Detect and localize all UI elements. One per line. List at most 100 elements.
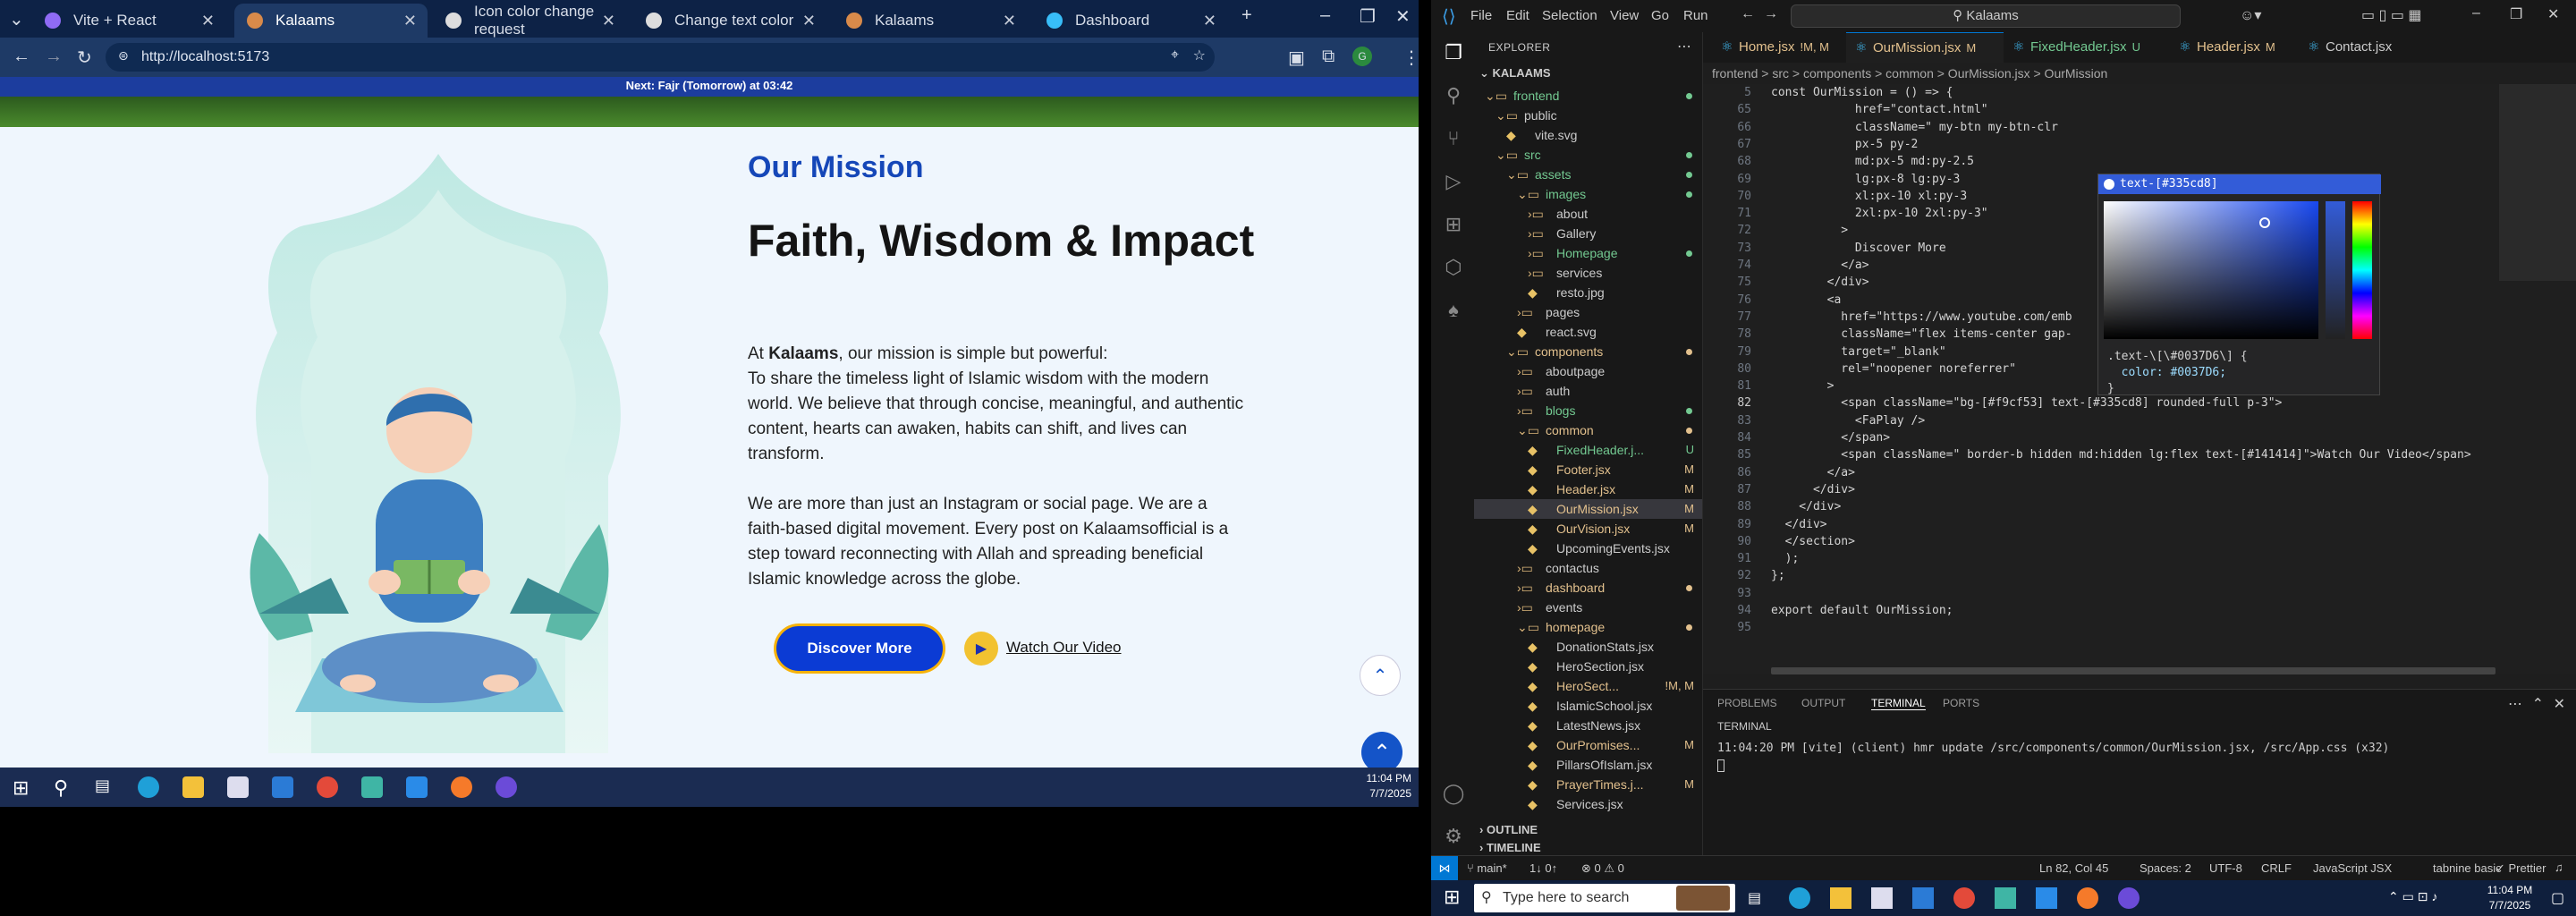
menu-item[interactable]: Run bbox=[1683, 8, 1708, 23]
explorer-item[interactable]: ◆ FixedHeader.j... U bbox=[1474, 440, 1702, 460]
extensions-icon[interactable]: ⊞ bbox=[1442, 213, 1465, 236]
language-status[interactable]: JavaScript JSX bbox=[2313, 861, 2392, 875]
encoding-status[interactable]: UTF-8 bbox=[2209, 861, 2242, 875]
firefox-icon[interactable] bbox=[451, 776, 472, 798]
explorer-item[interactable]: ◆ react.svg bbox=[1474, 322, 1702, 342]
nav-forward-icon[interactable]: → bbox=[1764, 6, 1778, 22]
code-line[interactable]: Discover More bbox=[1771, 242, 1946, 255]
scroll-to-top-button[interactable]: ⌃ bbox=[1361, 732, 1402, 768]
explorer-item[interactable]: ›▭ contactus bbox=[1474, 558, 1702, 578]
edge-icon[interactable] bbox=[138, 776, 159, 798]
cursor-position[interactable]: Ln 82, Col 45 bbox=[2039, 861, 2108, 875]
explorer-item[interactable]: ⌄▭ homepage bbox=[1474, 617, 1702, 637]
explorer-item[interactable]: ◆ PrayerTimes.j... M bbox=[1474, 775, 1702, 794]
explorer-icon[interactable]: ❐ bbox=[1442, 41, 1465, 64]
taskbar-clock[interactable]: 11:04 PM 7/7/2025 bbox=[1347, 771, 1419, 802]
tab-close-icon[interactable]: ✕ bbox=[1203, 12, 1216, 30]
timeline-section[interactable]: › TIMELINE bbox=[1479, 841, 1541, 854]
explorer-item[interactable]: ›▭ about bbox=[1474, 204, 1702, 224]
scroll-top-alt-button[interactable]: ⌃ bbox=[1360, 655, 1401, 696]
more-actions-icon[interactable]: ⋯ bbox=[1677, 38, 1691, 55]
explorer-item[interactable]: ›▭ services bbox=[1474, 263, 1702, 283]
sync-status[interactable]: 1↓ 0↑ bbox=[1530, 861, 1557, 875]
code-line[interactable]: href="contact.html" bbox=[1771, 103, 1988, 116]
close-window-button[interactable]: ✕ bbox=[2547, 5, 2559, 23]
branch-status[interactable]: ⑂ main* bbox=[1467, 861, 1507, 875]
search-icon[interactable]: ⚲ bbox=[1442, 84, 1465, 107]
outline-section[interactable]: › OUTLINE bbox=[1479, 823, 1538, 836]
minimize-button[interactable]: – bbox=[1320, 5, 1330, 26]
code-line[interactable]: </div> bbox=[1771, 500, 1841, 513]
editor-tab[interactable]: ⚛ Home.jsx !M, M bbox=[1712, 32, 1846, 63]
explorer-item[interactable]: ⌄▭ assets bbox=[1474, 165, 1702, 184]
mail-icon[interactable] bbox=[272, 776, 293, 798]
taskbar-search-input[interactable]: ⚲ Type here to search bbox=[1474, 884, 1735, 912]
mail-icon[interactable] bbox=[1912, 887, 1934, 909]
code-line[interactable]: target="_blank" bbox=[1771, 345, 1945, 359]
layout-icon[interactable]: ▭ ▯ ▭ ▦ bbox=[2361, 6, 2422, 24]
explorer-item[interactable]: ◆ OurVision.jsx M bbox=[1474, 519, 1702, 539]
taskbar-clock[interactable]: 11:04 PM 7/7/2025 bbox=[2478, 883, 2542, 913]
hue-strip[interactable] bbox=[2352, 201, 2372, 339]
notifications-bell-icon[interactable]: ♫ bbox=[2555, 861, 2563, 874]
app-icon[interactable] bbox=[361, 776, 383, 798]
code-line[interactable]: </span> bbox=[1771, 431, 1890, 445]
minimap[interactable] bbox=[2499, 84, 2576, 674]
saturation-handle[interactable] bbox=[2259, 217, 2270, 228]
editor-tab[interactable]: ⚛ Header.jsx M bbox=[2170, 32, 2299, 63]
command-search-input[interactable]: ⚲ Kalaams bbox=[1791, 4, 2181, 28]
chrome-icon[interactable] bbox=[1953, 887, 1975, 909]
forward-icon[interactable]: → bbox=[45, 47, 63, 67]
browser-tab[interactable]: Vite + React ✕ bbox=[32, 4, 225, 38]
settings-gear-icon[interactable]: ⚙ bbox=[1442, 825, 1465, 848]
puzzle-icon[interactable]: ⧉ bbox=[1322, 47, 1335, 67]
tab-search-icon[interactable]: ⌄ bbox=[9, 8, 24, 30]
problems-status[interactable]: ⊗ 0 ⚠ 0 bbox=[1581, 861, 1624, 876]
indent-status[interactable]: Spaces: 2 bbox=[2140, 861, 2191, 875]
code-line[interactable]: <a bbox=[1771, 293, 1842, 307]
file-explorer-icon[interactable] bbox=[1830, 887, 1852, 909]
watch-video-link[interactable]: Watch Our Video bbox=[1006, 639, 1122, 657]
copilot-icon[interactable]: ☺▾ bbox=[2240, 6, 2261, 24]
profile-avatar[interactable]: G bbox=[1352, 47, 1372, 66]
code-line[interactable]: > bbox=[1771, 379, 1835, 393]
task-view-icon[interactable]: ▤ bbox=[1748, 889, 1761, 907]
color-picker-popup[interactable]: text-[#335cd8] .text-\[\#0037D6\] { colo… bbox=[2097, 174, 2381, 395]
bookmark-star-icon[interactable]: ☆ bbox=[1193, 47, 1206, 64]
code-line[interactable]: rel="noopener noreferrer" bbox=[1771, 362, 2016, 376]
menu-item[interactable]: Selection bbox=[1542, 8, 1597, 23]
panel-maximize-icon[interactable]: ⌃ bbox=[2532, 695, 2544, 713]
search-icon[interactable]: ⚲ bbox=[54, 776, 75, 799]
explorer-item[interactable]: ›▭ pages bbox=[1474, 302, 1702, 322]
remote-icon[interactable]: ⬡ bbox=[1442, 256, 1465, 279]
explorer-item[interactable]: ⌄▭ common bbox=[1474, 420, 1702, 440]
app-icon[interactable] bbox=[1995, 887, 2016, 909]
explorer-item[interactable]: ◆ UpcomingEvents.jsx bbox=[1474, 539, 1702, 558]
panel-tab[interactable]: PROBLEMS bbox=[1717, 697, 1777, 709]
explorer-item[interactable]: ◆ DonationStats.jsx bbox=[1474, 637, 1702, 657]
explorer-item[interactable]: ›▭ Homepage bbox=[1474, 243, 1702, 263]
vscode-icon[interactable] bbox=[2036, 887, 2057, 909]
code-line[interactable]: </div> bbox=[1771, 276, 1869, 289]
code-line[interactable]: </section> bbox=[1771, 535, 1855, 548]
workspace-root[interactable]: ⌄ KALAAMS bbox=[1479, 66, 1551, 81]
explorer-item[interactable]: ›▭ Gallery bbox=[1474, 224, 1702, 243]
code-line[interactable]: <FaPlay /> bbox=[1771, 414, 1925, 428]
windows-start-icon[interactable]: ⊞ bbox=[1444, 886, 1460, 909]
menu-item[interactable]: View bbox=[1610, 8, 1639, 23]
editor-tab[interactable]: ⚛ FixedHeader.jsx U bbox=[2004, 32, 2170, 63]
explorer-item[interactable]: ⌄▭ public bbox=[1474, 106, 1702, 125]
minimize-button[interactable]: – bbox=[2472, 5, 2480, 21]
explorer-item[interactable]: ⌄▭ images bbox=[1474, 184, 1702, 204]
code-line[interactable]: px-5 py-2 bbox=[1771, 138, 1918, 151]
code-line[interactable]: className=" my-btn my-btn-clr bbox=[1771, 121, 2058, 134]
prettier-status[interactable]: ✓ Prettier bbox=[2496, 861, 2546, 876]
code-line[interactable]: export default OurMission; bbox=[1771, 604, 1953, 617]
location-icon[interactable]: ⌖ bbox=[1171, 47, 1179, 64]
code-line[interactable]: > bbox=[1771, 224, 1848, 237]
close-window-button[interactable]: ✕ bbox=[1395, 5, 1411, 28]
explorer-item[interactable]: ⌄▭ frontend bbox=[1474, 86, 1702, 106]
code-line[interactable]: </a> bbox=[1771, 466, 1855, 479]
vscode-icon[interactable] bbox=[406, 776, 428, 798]
panel-tab[interactable]: OUTPUT bbox=[1801, 697, 1845, 709]
